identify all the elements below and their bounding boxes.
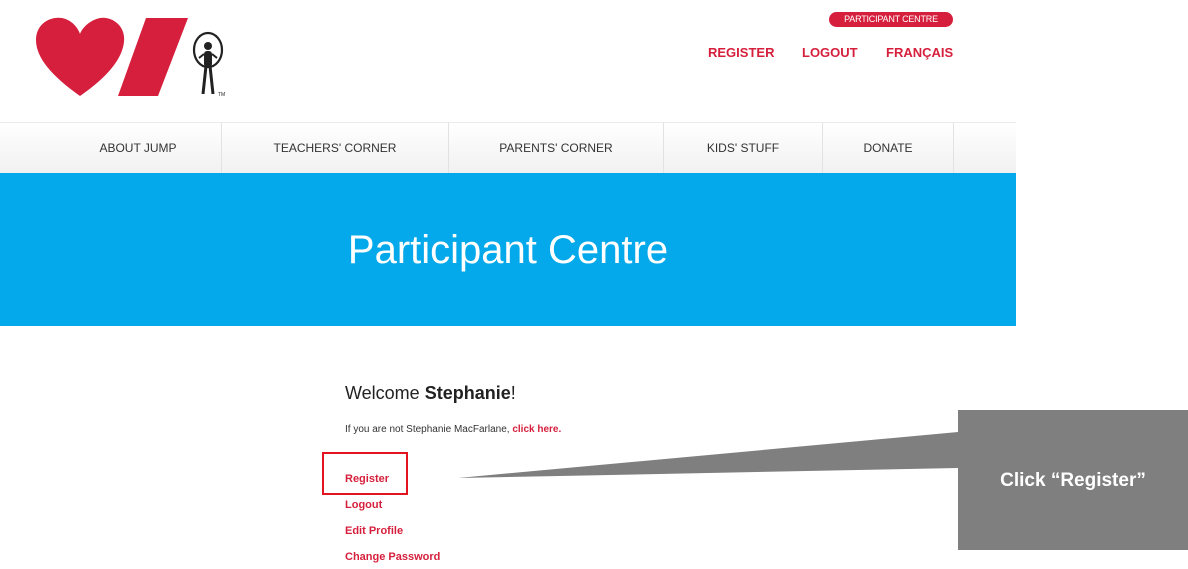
nav-item-teachers-corner[interactable]: TEACHERS' CORNER <box>222 123 448 173</box>
heart-and-stroke-jump-rope-logo-icon: TM <box>36 17 225 98</box>
welcome-name: Stephanie <box>424 383 511 403</box>
page: TM PARTICIPANT CENTRE REGISTER LOGOUT FR… <box>0 0 1188 569</box>
main-nav: ABOUT JUMP TEACHERS' CORNER PARENTS' COR… <box>0 122 1016 173</box>
instruction-callout: Click “Register” <box>958 410 1188 550</box>
nav-item-parents-corner[interactable]: PARENTS' CORNER <box>449 123 663 173</box>
participant-centre-badge[interactable]: PARTICIPANT CENTRE <box>829 12 953 27</box>
not-user-notice: If you are not Stephanie MacFarlane, cli… <box>345 424 561 435</box>
click-here-link[interactable]: click here. <box>512 424 561 435</box>
top-link-register[interactable]: REGISTER <box>708 45 774 60</box>
callout-text: Click “Register” <box>1000 470 1146 491</box>
top-links: REGISTER LOGOUT FRANÇAIS <box>700 45 960 63</box>
notice-text: If you are not Stephanie MacFarlane, <box>345 424 513 435</box>
nav-item-donate[interactable]: DONATE <box>823 123 953 173</box>
page-title: Participant Centre <box>347 228 669 272</box>
register-highlight-box <box>322 452 408 495</box>
change-password-link[interactable]: Change Password <box>345 551 440 563</box>
nav-item-about-jump[interactable]: ABOUT JUMP <box>76 123 200 173</box>
hero-banner: Participant Centre <box>0 173 1016 326</box>
svg-text:TM: TM <box>218 92 225 98</box>
nav-item-kids-stuff[interactable]: KIDS' STUFF <box>664 123 822 173</box>
top-link-francais[interactable]: FRANÇAIS <box>886 45 953 60</box>
welcome-heading: Welcome Stephanie! <box>345 383 516 404</box>
logo[interactable]: TM <box>32 14 232 104</box>
edit-profile-link[interactable]: Edit Profile <box>345 525 403 537</box>
welcome-prefix: Welcome <box>345 383 425 403</box>
logout-link[interactable]: Logout <box>345 499 382 511</box>
nav-divider <box>953 123 954 173</box>
welcome-suffix: ! <box>510 383 516 403</box>
top-link-logout[interactable]: LOGOUT <box>802 45 858 60</box>
